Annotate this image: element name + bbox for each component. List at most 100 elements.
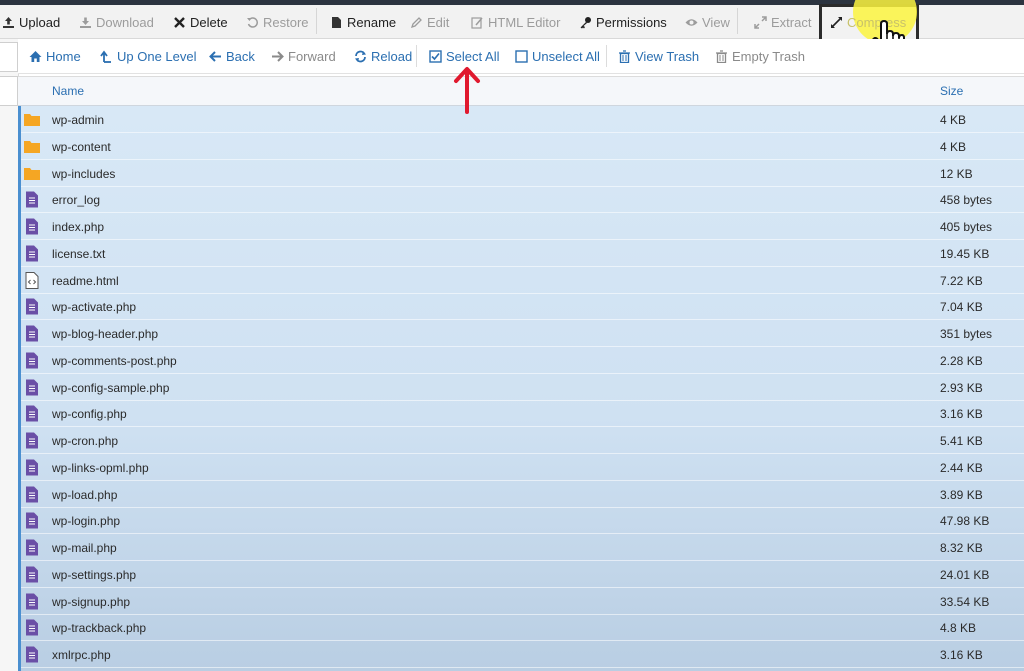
- file-icon: [26, 593, 38, 609]
- table-row[interactable]: wp-content 4 KB: [21, 133, 1024, 160]
- table-row[interactable]: wp-config.php 3.16 KB: [21, 400, 1024, 428]
- file-icon: [26, 566, 38, 583]
- empty-trash-label: Empty Trash: [732, 48, 805, 64]
- file-icon: [26, 218, 38, 235]
- permissions-label: Permissions: [596, 14, 667, 30]
- delete-label: Delete: [190, 14, 228, 30]
- table-row[interactable]: readme.html 7.22 KB: [21, 267, 1024, 294]
- file-name[interactable]: wp-includes: [52, 167, 115, 181]
- home-button[interactable]: Home: [29, 47, 81, 65]
- file-name[interactable]: wp-blog-header.php: [52, 327, 158, 341]
- arrow-right-icon: [272, 50, 284, 62]
- back-button[interactable]: Back: [209, 47, 255, 65]
- file-name[interactable]: wp-trackback.php: [52, 621, 146, 635]
- restore-icon: [247, 16, 258, 28]
- left-panel-field[interactable]: [0, 76, 18, 106]
- compress-arrows-icon: [831, 16, 842, 28]
- restore-label: Restore: [263, 14, 309, 30]
- file-name[interactable]: xmlrpc.php: [52, 648, 111, 662]
- file-name[interactable]: wp-mail.php: [52, 541, 117, 555]
- table-row[interactable]: wp-links-opml.php 2.44 KB: [21, 454, 1024, 481]
- upload-button[interactable]: Upload: [2, 12, 60, 32]
- forward-button[interactable]: Forward: [271, 47, 336, 65]
- empty-trash-button[interactable]: Empty Trash: [715, 47, 805, 65]
- file-size: 3.89 KB: [940, 487, 983, 502]
- permissions-button[interactable]: Permissions: [579, 12, 667, 32]
- table-row[interactable]: wp-includes 12 KB: [21, 160, 1024, 187]
- view-button[interactable]: View: [685, 12, 730, 32]
- edit-button[interactable]: Edit: [410, 12, 449, 32]
- file-name[interactable]: error_log: [52, 193, 100, 207]
- table-row[interactable]: wp-mail.php 8.32 KB: [21, 534, 1024, 561]
- unselect-all-button[interactable]: Unselect All: [515, 47, 600, 65]
- file-name[interactable]: wp-admin: [52, 113, 104, 127]
- html-file-icon: [25, 271, 39, 289]
- eye-icon: [685, 18, 698, 26]
- restore-button[interactable]: Restore: [246, 12, 309, 32]
- size-column-header[interactable]: Size: [940, 84, 963, 98]
- file-size: 4.8 KB: [940, 621, 977, 636]
- table-row[interactable]: wp-login.php 47.98 KB: [21, 507, 1024, 535]
- table-row[interactable]: wp-signup.php 33.54 KB: [21, 588, 1024, 615]
- download-button[interactable]: Download: [79, 12, 154, 32]
- table-row[interactable]: wp-admin 4 KB: [21, 106, 1024, 133]
- view-trash-button[interactable]: View Trash: [618, 47, 699, 65]
- table-row[interactable]: wp-load.php 3.89 KB: [21, 481, 1024, 508]
- delete-button[interactable]: Delete: [173, 12, 228, 32]
- file-size: 4 KB: [940, 113, 967, 127]
- table-row[interactable]: error_log 458 bytes: [21, 186, 1024, 214]
- table-row[interactable]: license.txt 19.45 KB: [21, 240, 1024, 267]
- nav-divider: [416, 45, 417, 67]
- trash-icon: [716, 49, 727, 63]
- file-name[interactable]: wp-load.php: [52, 488, 117, 502]
- file-name[interactable]: readme.html: [52, 274, 119, 288]
- file-name[interactable]: wp-config-sample.php: [52, 381, 169, 395]
- table-row[interactable]: wp-activate.php 7.04 KB: [21, 293, 1024, 321]
- html-editor-icon: [471, 16, 483, 29]
- left-panel-field[interactable]: [0, 42, 18, 72]
- file-name[interactable]: wp-settings.php: [52, 568, 136, 582]
- file-size: 2.44 KB: [940, 460, 983, 475]
- reload-button[interactable]: Reload: [354, 47, 412, 65]
- file-icon: [26, 352, 38, 369]
- file-name[interactable]: wp-activate.php: [52, 300, 136, 314]
- file-name[interactable]: wp-login.php: [52, 514, 120, 528]
- file-name[interactable]: wp-signup.php: [52, 595, 130, 609]
- select-all-button[interactable]: Select All: [429, 47, 499, 65]
- table-row[interactable]: index.php 405 bytes: [21, 213, 1024, 240]
- file-icon: [26, 646, 38, 663]
- extract-button[interactable]: Extract: [754, 12, 811, 32]
- file-icon: [26, 325, 38, 342]
- file-size: 33.54 KB: [940, 594, 990, 609]
- file-name[interactable]: license.txt: [52, 247, 105, 261]
- table-row[interactable]: wp-comments-post.php 2.28 KB: [21, 347, 1024, 374]
- rename-button[interactable]: Rename: [330, 12, 396, 32]
- red-arrow-annotation-icon: [454, 67, 480, 114]
- table-row[interactable]: wp-cron.php 5.41 KB: [21, 427, 1024, 454]
- file-name[interactable]: wp-links-opml.php: [52, 461, 149, 475]
- file-size: 19.45 KB: [940, 246, 990, 261]
- file-name[interactable]: wp-content: [52, 140, 111, 154]
- file-size: 7.04 KB: [940, 300, 983, 315]
- toolbar-divider: [316, 8, 317, 34]
- table-row[interactable]: xmlrpc.php 3.16 KB: [21, 641, 1024, 668]
- file-name[interactable]: wp-comments-post.php: [52, 354, 177, 368]
- level-up-icon: [100, 50, 111, 63]
- file-size: 3.16 KB: [940, 407, 983, 422]
- up-one-level-button[interactable]: Up One Level: [100, 47, 197, 65]
- rename-file-icon: [332, 16, 341, 28]
- html-editor-label: HTML Editor: [488, 14, 561, 30]
- html-editor-button[interactable]: HTML Editor: [471, 12, 560, 32]
- nav-divider: [606, 45, 607, 67]
- file-name[interactable]: index.php: [52, 220, 104, 234]
- unselect-all-label: Unselect All: [532, 48, 600, 64]
- file-name[interactable]: wp-config.php: [52, 407, 127, 421]
- table-row[interactable]: wp-trackback.php 4.8 KB: [21, 614, 1024, 642]
- table-row[interactable]: wp-blog-header.php 351 bytes: [21, 320, 1024, 347]
- name-column-header[interactable]: Name: [52, 84, 84, 98]
- table-row[interactable]: wp-config-sample.php 2.93 KB: [21, 374, 1024, 401]
- upload-icon: [3, 16, 14, 28]
- table-row[interactable]: wp-settings.php 24.01 KB: [21, 561, 1024, 588]
- file-name[interactable]: wp-cron.php: [52, 434, 118, 448]
- toolbar-divider: [737, 8, 738, 34]
